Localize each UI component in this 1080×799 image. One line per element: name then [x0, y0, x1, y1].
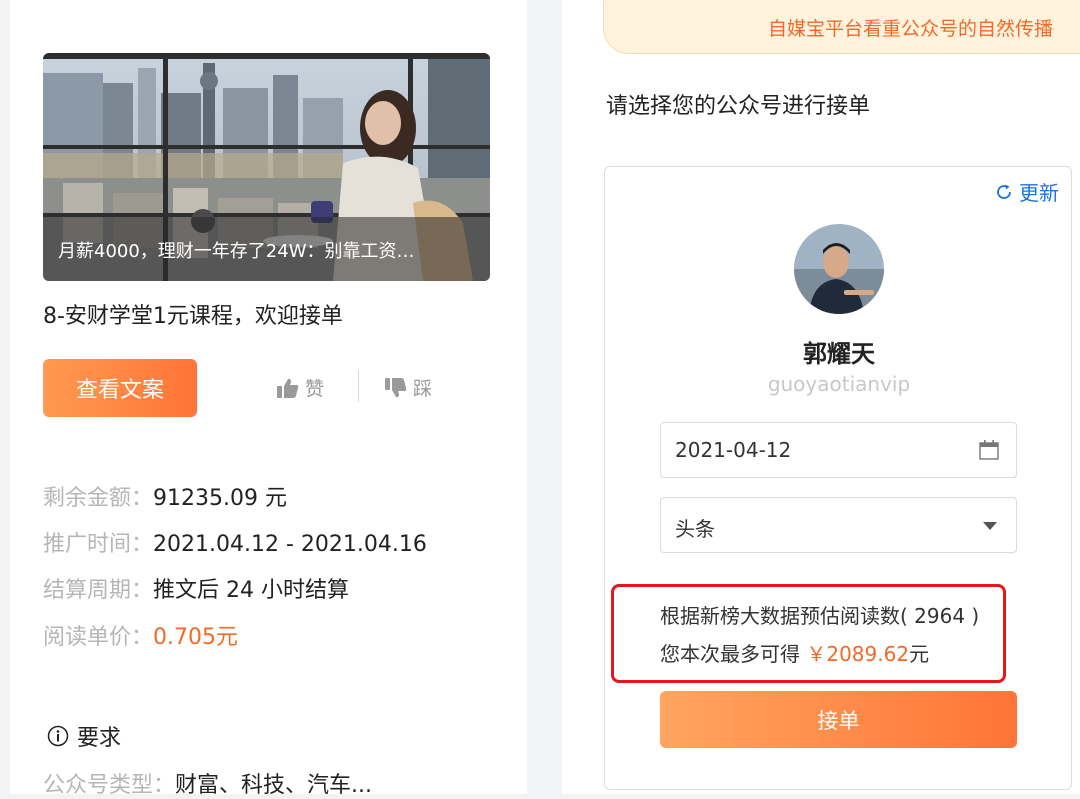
- promotion-period-value: 2021.04.12 - 2021.04.16: [153, 532, 427, 557]
- settlement-cycle-row: 结算周期：推文后 24 小时结算: [43, 572, 349, 604]
- refresh-button[interactable]: 更新: [995, 177, 1059, 206]
- vote-divider: [358, 370, 359, 402]
- position-value: 头条: [675, 517, 715, 541]
- account-type-requirement: 公众号类型：财富、科技、汽车...: [43, 767, 372, 799]
- estimated-earnings-amount: ￥2089.62: [806, 642, 910, 666]
- view-copy-button[interactable]: 查看文案: [43, 359, 197, 417]
- notice-banner-text: 自媒宝平台看重公众号的自然传播: [768, 18, 1054, 40]
- select-account-prompt: 请选择您的公众号进行接单: [606, 94, 871, 119]
- estimated-earnings-prefix: 您本次最多可得: [660, 642, 800, 666]
- account-name: 郭耀天: [803, 340, 875, 368]
- dislike-button[interactable]: 踩: [385, 374, 432, 401]
- date-value: 2021-04-12: [675, 438, 792, 462]
- account-type-value: 财富、科技、汽车...: [175, 773, 372, 798]
- unit-price-row: 阅读单价：0.705元: [43, 619, 238, 651]
- avatar-photo: [794, 224, 884, 314]
- accept-order-button[interactable]: 接单: [660, 691, 1017, 748]
- account-type-label: 公众号类型：: [43, 773, 176, 798]
- info-circle-icon: [47, 725, 69, 747]
- thumbs-down-icon: [385, 377, 407, 397]
- refresh-icon: [997, 184, 1011, 199]
- dislike-label: 踩: [413, 378, 433, 400]
- promotion-period-label: 推广时间：: [43, 532, 154, 557]
- refresh-label: 更新: [1019, 181, 1059, 205]
- course-cover-image[interactable]: 月薪4000，理财一年存了24W：别靠工资…: [43, 53, 490, 281]
- remaining-amount-value: 91235.09 元: [153, 486, 287, 511]
- settlement-cycle-value: 推文后 24 小时结算: [153, 578, 349, 603]
- promotion-period-row: 推广时间：2021.04.12 - 2021.04.16: [43, 526, 427, 558]
- thumbs-up-icon: [277, 378, 299, 398]
- requirements-heading: 要求: [47, 720, 121, 752]
- course-title: 8-安财学堂1元课程，欢迎接单: [43, 304, 343, 329]
- estimated-earnings-suffix: 元: [909, 642, 930, 666]
- settlement-cycle-label: 结算周期：: [43, 578, 154, 603]
- unit-price-label: 阅读单价：: [43, 625, 154, 650]
- estimated-earnings: 您本次最多可得 ￥2089.62元: [660, 638, 929, 667]
- requirements-heading-text: 要求: [77, 726, 122, 751]
- estimate-highlight-box: [611, 584, 1006, 683]
- remaining-amount-row: 剩余金额：91235.09 元: [43, 480, 287, 512]
- unit-price-value: 0.705元: [153, 625, 238, 650]
- account-id: guoyaotianvip: [767, 372, 911, 396]
- like-label: 赞: [305, 378, 325, 400]
- remaining-amount-label: 剩余金额：: [43, 486, 154, 511]
- like-button[interactable]: 赞: [277, 374, 324, 401]
- calendar-icon: [979, 440, 999, 460]
- estimated-reads: 根据新榜大数据预估阅读数( 2964 ): [660, 604, 980, 628]
- position-select[interactable]: 头条: [660, 497, 1017, 553]
- cover-caption: 月薪4000，理财一年存了24W：别靠工资…: [58, 241, 415, 262]
- avatar: [794, 224, 884, 314]
- caret-down-icon: [983, 522, 997, 530]
- date-picker[interactable]: 2021-04-12: [660, 422, 1017, 478]
